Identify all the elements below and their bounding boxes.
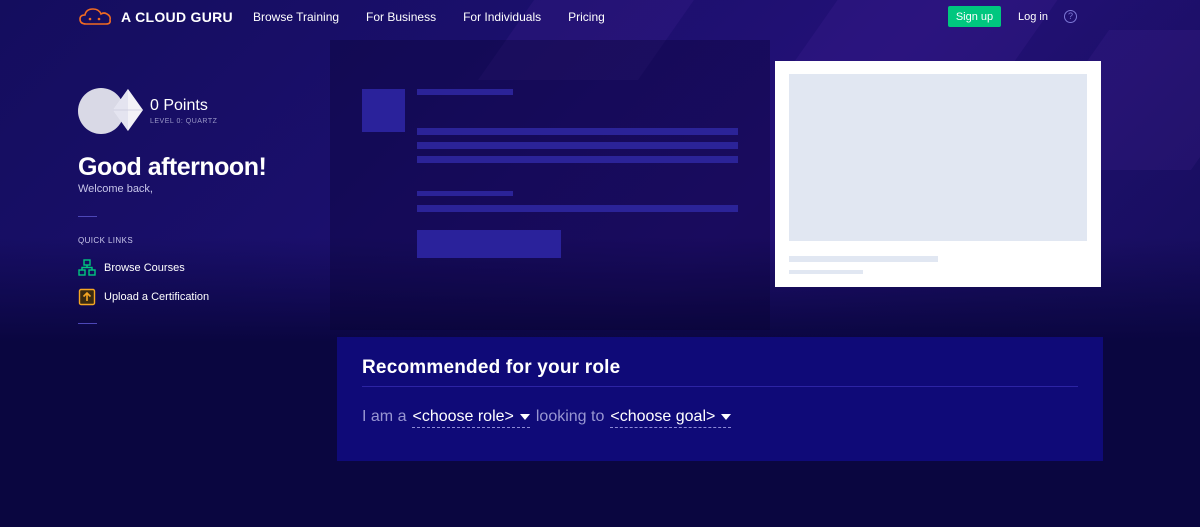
quick-link-upload-certification[interactable]: Upload a Certification [78,288,209,306]
cloud-logo-icon [79,8,111,25]
main-nav: Browse Training For Business For Individ… [253,10,632,24]
nav-browse-training[interactable]: Browse Training [253,10,339,24]
recommended-for-role-panel: Recommended for your role I am a <choose… [337,337,1103,461]
quick-links-title: QUICK LINKS [78,236,134,245]
skeleton-line [417,128,738,135]
skeleton-line [417,205,738,212]
skeleton-button [417,230,561,258]
nav-for-business[interactable]: For Business [366,10,436,24]
sentence-prefix: I am a [362,408,407,425]
brand-logo[interactable]: A CLOUD GURU [78,7,233,27]
quick-link-label: Upload a Certification [104,291,210,303]
sitemap-icon [78,259,96,276]
skeleton-line [417,142,738,149]
role-goal-sentence: I am a <choose role> looking to <choose … [362,408,737,428]
role-select[interactable]: <choose role> [412,408,530,428]
goal-select[interactable]: <choose goal> [610,408,732,428]
signup-button[interactable]: Sign up [948,6,1001,27]
nav-for-individuals[interactable]: For Individuals [463,10,541,24]
section-divider [362,386,1078,387]
skeleton-line [417,156,738,163]
sentence-middle: looking to [535,408,605,425]
brand-name: A CLOUD GURU [121,9,233,25]
preview-image-placeholder [789,74,1087,241]
greeting-title: Good afternoon! [78,153,267,181]
quick-link-browse-courses[interactable]: Browse Courses [78,259,185,277]
course-preview-card[interactable] [775,61,1101,287]
skeleton-line [789,270,863,274]
section-divider [78,323,97,324]
skeleton-thumbnail [362,89,405,132]
help-icon[interactable]: ? [1064,10,1077,23]
welcome-text: Welcome back, [78,183,153,195]
login-link[interactable]: Log in [1018,11,1048,23]
caret-down-icon [519,414,530,420]
quick-link-label: Browse Courses [104,262,185,274]
skeleton-line [417,191,513,196]
section-divider [78,216,97,217]
points-value: 0 Points [150,97,208,114]
caret-down-icon [721,414,732,420]
nav-pricing[interactable]: Pricing [568,10,605,24]
top-nav-bar: A CLOUD GURU Browse Training For Busines… [0,0,1200,34]
quartz-gem-icon [113,89,143,131]
level-label: LEVEL 0: QUARTZ [150,118,218,125]
recommended-title: Recommended for your role [362,357,621,378]
skeleton-line [417,89,513,95]
goal-select-value: <choose goal> [610,408,716,425]
skeleton-line [789,256,938,262]
upload-certificate-icon [78,288,96,306]
role-select-value: <choose role> [412,408,514,425]
